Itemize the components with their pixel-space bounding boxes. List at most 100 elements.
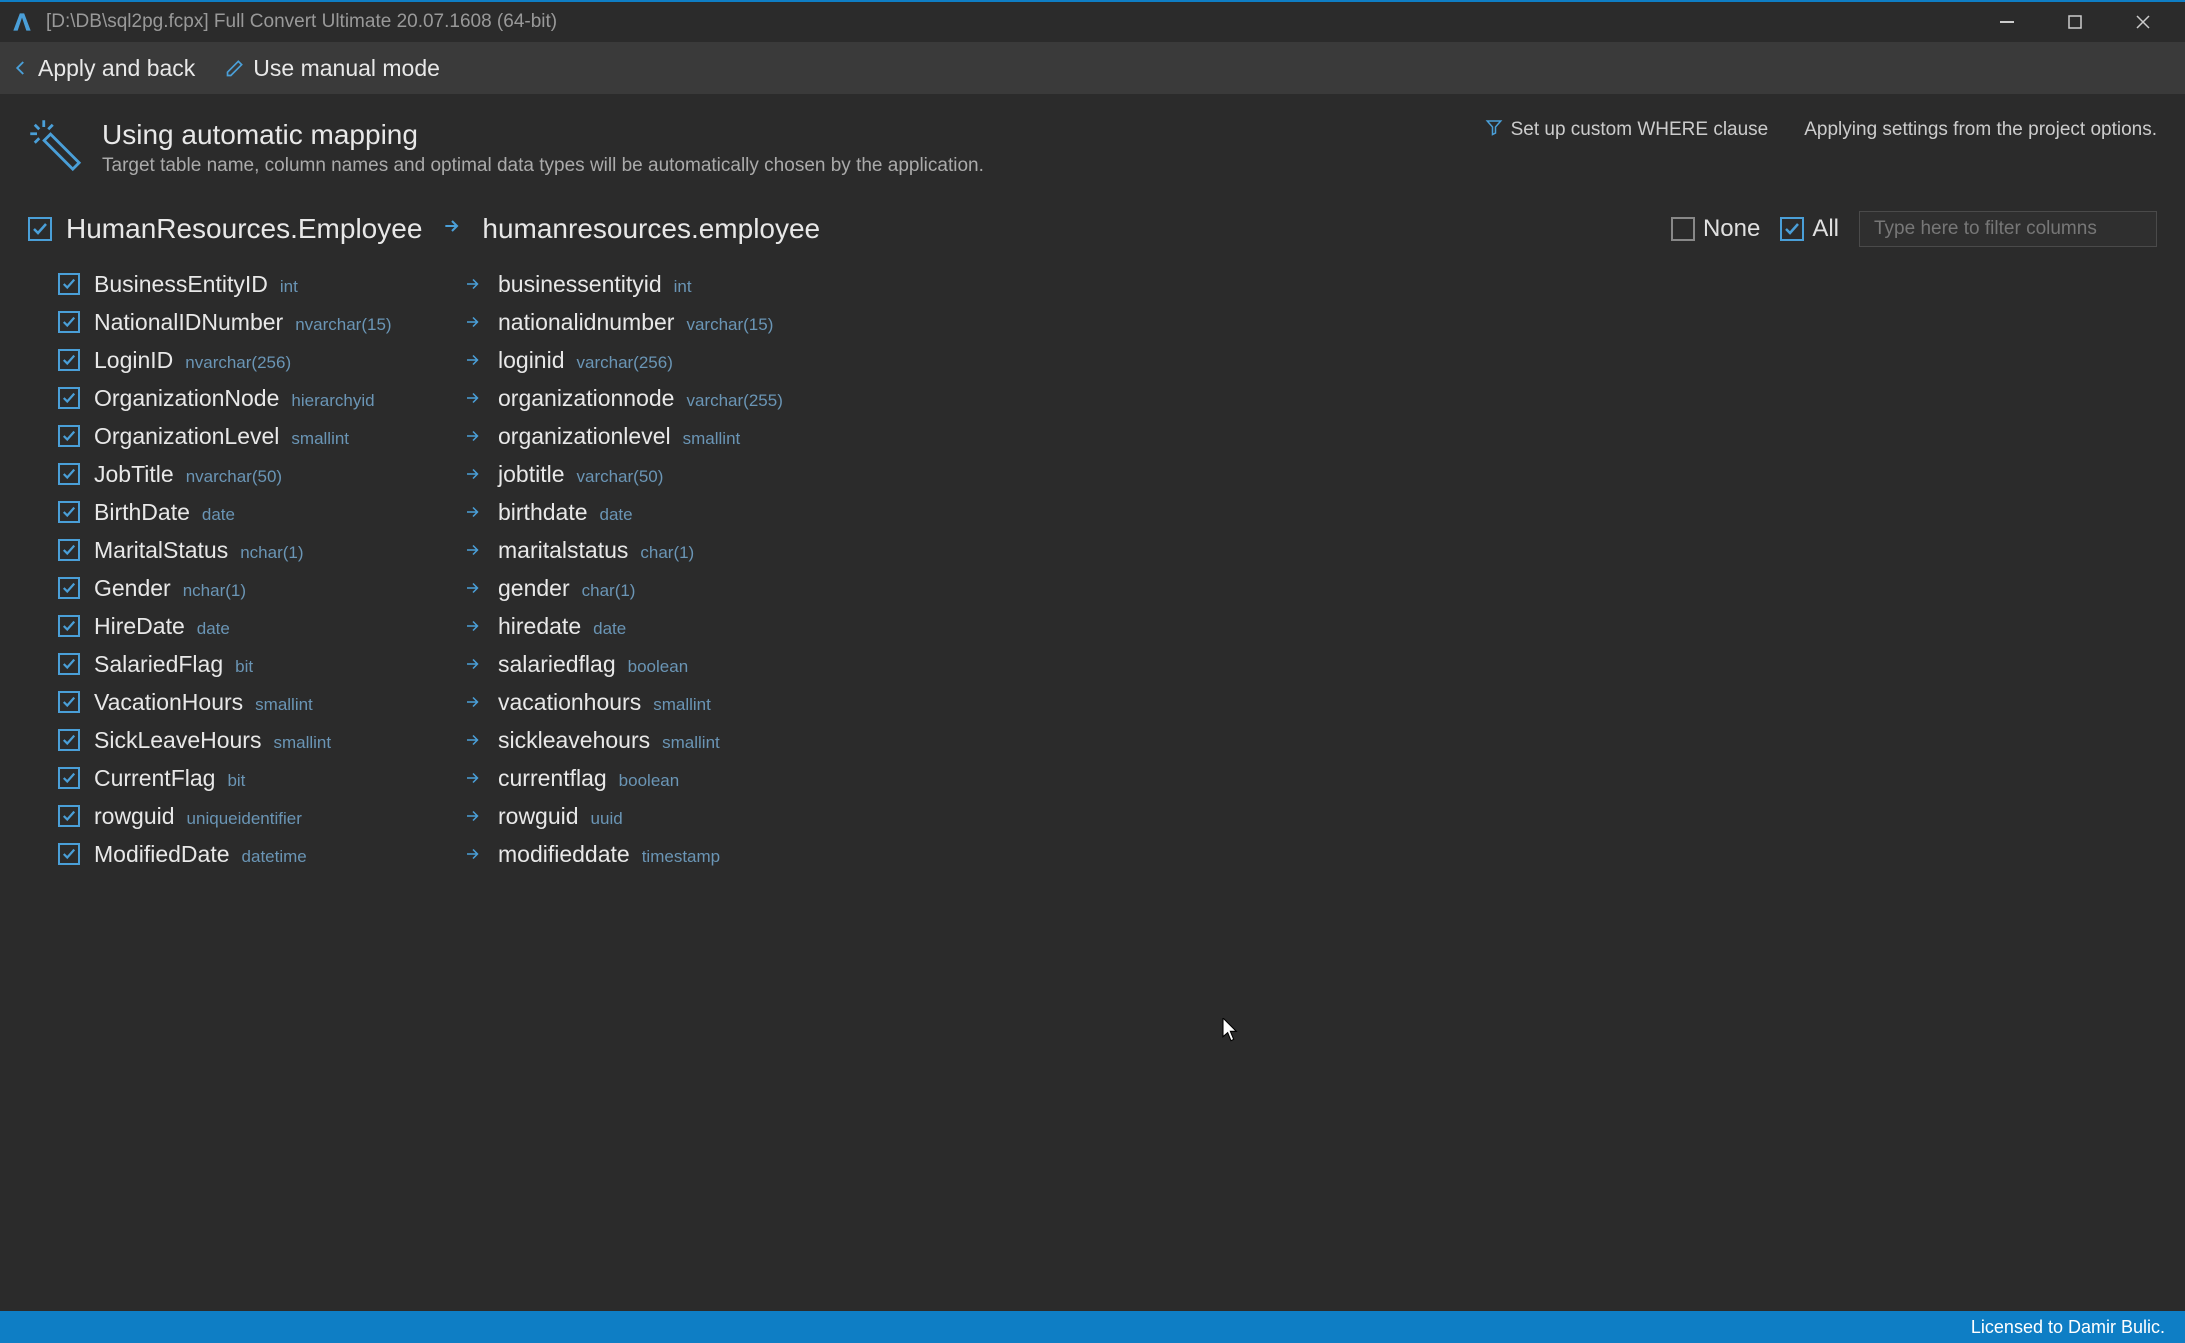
source-column-name: BusinessEntityID: [94, 271, 268, 298]
source-column-name: rowguid: [94, 803, 175, 830]
select-all-checkbox[interactable]: All: [1780, 215, 1839, 243]
source-column-type: nchar(1): [183, 581, 246, 601]
manual-mode-label: Use manual mode: [253, 55, 440, 82]
column-row: rowguiduniqueidentifierrowguiduuid: [28, 797, 2157, 835]
column-checkbox[interactable]: [58, 311, 80, 333]
target-column-name: maritalstatus: [498, 537, 628, 564]
source-table-name: HumanResources.Employee: [66, 213, 422, 245]
source-column-name: MaritalStatus: [94, 537, 228, 564]
column-checkbox[interactable]: [58, 653, 80, 675]
column-checkbox[interactable]: [58, 273, 80, 295]
column-checkbox[interactable]: [58, 387, 80, 409]
column-row: SalariedFlagbitsalariedflagboolean: [28, 645, 2157, 683]
arrow-right-icon: [464, 769, 498, 787]
target-column-type: date: [593, 619, 626, 639]
source-column-type: nchar(1): [240, 543, 303, 563]
column-checkbox[interactable]: [58, 349, 80, 371]
source-column-type: date: [202, 505, 235, 525]
filter-columns-input[interactable]: [1859, 211, 2157, 247]
target-column-name: sickleavehours: [498, 727, 650, 754]
target-column-name: loginid: [498, 347, 565, 374]
column-row: HireDatedatehiredatedate: [28, 607, 2157, 645]
wand-icon: [28, 118, 82, 177]
source-column-name: SalariedFlag: [94, 651, 223, 678]
column-row: JobTitlenvarchar(50)jobtitlevarchar(50): [28, 455, 2157, 493]
filter-icon: [1485, 118, 1503, 142]
target-column-name: salariedflag: [498, 651, 616, 678]
source-column-name: BirthDate: [94, 499, 190, 526]
all-label: All: [1812, 215, 1839, 243]
target-column-type: boolean: [619, 771, 680, 791]
column-checkbox[interactable]: [58, 767, 80, 789]
column-checkbox[interactable]: [58, 539, 80, 561]
target-column-type: varchar(255): [686, 391, 782, 411]
source-column-type: nvarchar(50): [186, 467, 282, 487]
use-manual-mode-button[interactable]: Use manual mode: [225, 55, 440, 82]
none-label: None: [1703, 215, 1760, 243]
target-column-name: birthdate: [498, 499, 588, 526]
source-column-type: smallint: [291, 429, 349, 449]
minimize-button[interactable]: [1973, 2, 2041, 42]
window-controls: [1973, 2, 2177, 42]
target-column-name: businessentityid: [498, 271, 662, 298]
source-column-name: Gender: [94, 575, 171, 602]
target-column-type: date: [600, 505, 633, 525]
status-message: Applying settings from the project optio…: [1804, 119, 2157, 141]
source-column-type: bit: [227, 771, 245, 791]
arrow-right-icon: [464, 275, 498, 293]
arrow-right-icon: [464, 541, 498, 559]
page-title: Using automatic mapping: [102, 118, 984, 152]
source-column-name: CurrentFlag: [94, 765, 215, 792]
target-column-name: rowguid: [498, 803, 579, 830]
column-row: OrganizationLevelsmallintorganizationlev…: [28, 417, 2157, 455]
arrow-right-icon: [464, 655, 498, 673]
arrow-right-icon: [464, 617, 498, 635]
source-column-type: bit: [235, 657, 253, 677]
arrow-right-icon: [464, 579, 498, 597]
source-column-name: OrganizationNode: [94, 385, 279, 412]
column-checkbox[interactable]: [58, 729, 80, 751]
license-label: Licensed to Damir Bulic.: [1971, 1317, 2165, 1338]
target-column-type: int: [674, 277, 692, 297]
target-column-type: char(1): [640, 543, 694, 563]
arrow-right-icon: [464, 807, 498, 825]
column-row: LoginIDnvarchar(256)loginidvarchar(256): [28, 341, 2157, 379]
arrow-right-icon: [442, 216, 462, 242]
column-checkbox[interactable]: [58, 615, 80, 637]
column-checkbox[interactable]: [58, 805, 80, 827]
target-column-type: smallint: [683, 429, 741, 449]
column-row: ModifiedDatedatetimemodifieddatetimestam…: [28, 835, 2157, 873]
source-column-type: uniqueidentifier: [187, 809, 302, 829]
target-column-name: gender: [498, 575, 570, 602]
table-checkbox[interactable]: [28, 217, 52, 241]
column-row: MaritalStatus nchar(1) maritalstatus char(1…: [28, 531, 2157, 569]
apply-and-back-button[interactable]: Apply and back: [12, 55, 195, 82]
select-none-checkbox[interactable]: None: [1671, 215, 1760, 243]
column-checkbox[interactable]: [58, 691, 80, 713]
source-column-type: datetime: [242, 847, 307, 867]
close-button[interactable]: [2109, 2, 2177, 42]
column-checkbox[interactable]: [58, 577, 80, 599]
target-column-type: varchar(256): [577, 353, 673, 373]
source-column-name: JobTitle: [94, 461, 174, 488]
target-column-type: smallint: [662, 733, 720, 753]
source-column-type: smallint: [273, 733, 331, 753]
target-column-type: varchar(15): [686, 315, 773, 335]
column-checkbox[interactable]: [58, 425, 80, 447]
target-column-name: modifieddate: [498, 841, 630, 868]
target-column-type: varchar(50): [576, 467, 663, 487]
column-checkbox[interactable]: [58, 501, 80, 523]
arrow-right-icon: [464, 503, 498, 521]
pencil-icon: [225, 58, 245, 78]
column-checkbox[interactable]: [58, 463, 80, 485]
arrow-right-icon: [464, 693, 498, 711]
where-clause-button[interactable]: Set up custom WHERE clause: [1485, 118, 1769, 142]
maximize-button[interactable]: [2041, 2, 2109, 42]
app-icon: [8, 8, 36, 36]
column-checkbox[interactable]: [58, 843, 80, 865]
checkbox-icon: [1780, 217, 1804, 241]
source-column-name: HireDate: [94, 613, 185, 640]
titlebar: [D:\DB\sql2pg.fcpx] Full Convert Ultimat…: [0, 0, 2185, 42]
toolbar: Apply and back Use manual mode: [0, 42, 2185, 94]
target-column-name: hiredate: [498, 613, 581, 640]
